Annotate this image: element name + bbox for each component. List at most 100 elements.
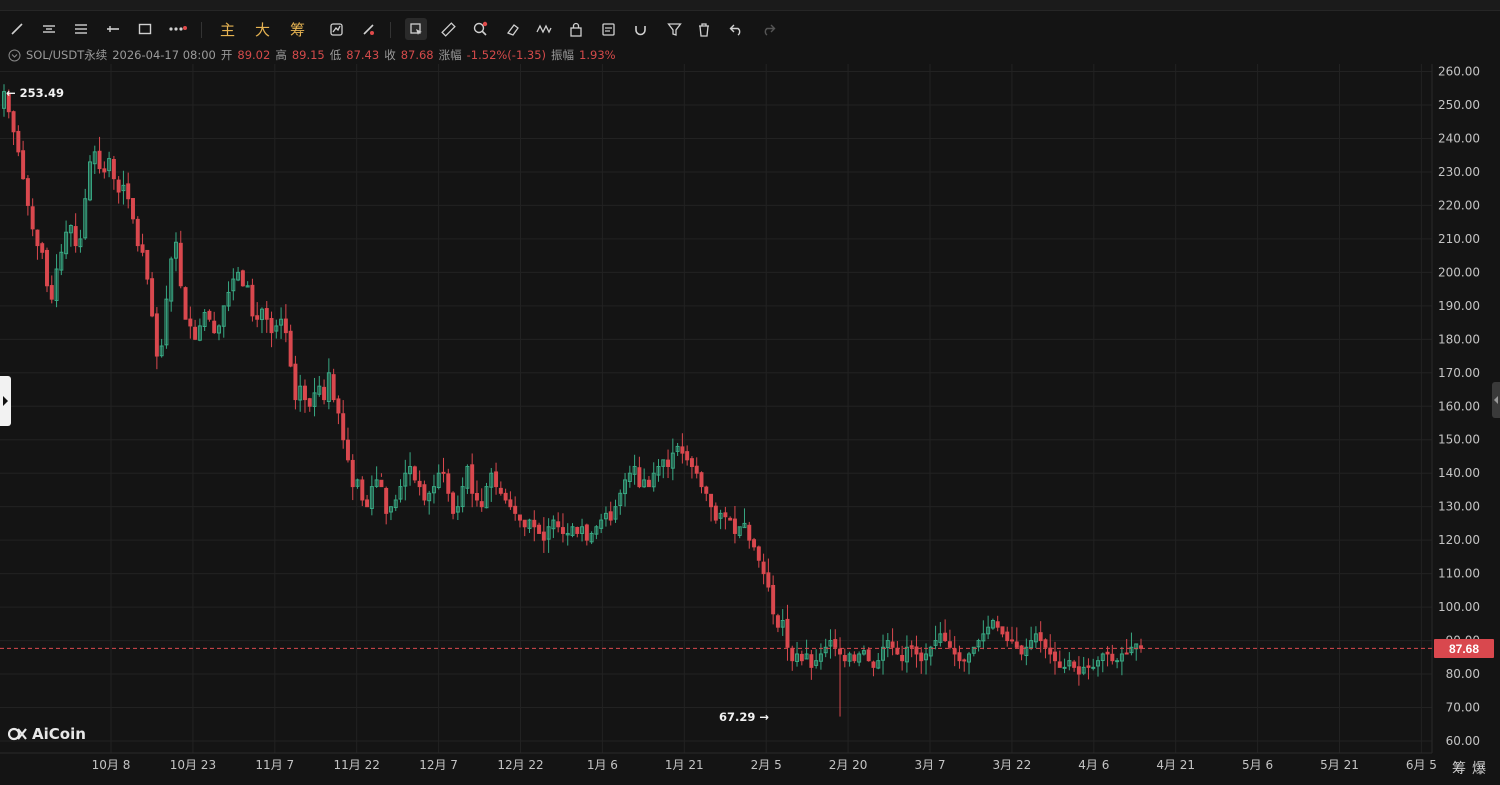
candle-body: [575, 526, 580, 534]
candle-body: [322, 386, 327, 401]
candle-body: [345, 439, 350, 461]
y-tick-label: 200.00: [1438, 265, 1480, 279]
candlestick-chart[interactable]: 260.00 250.00 240.00 230.00 220.00 210.00 200.…: [0, 0, 1500, 785]
candle-body: [962, 659, 967, 662]
candle-body: [21, 150, 26, 180]
x-tick-label: 5月 21: [1320, 758, 1359, 772]
candle-body: [250, 284, 255, 317]
candle-body: [269, 318, 274, 334]
candle-body: [1000, 626, 1005, 635]
candle-body: [766, 572, 771, 588]
candle-body: [212, 320, 217, 334]
candle-body: [73, 226, 78, 247]
low-marker-value: 67.29: [719, 710, 756, 724]
candle-body: [947, 641, 952, 648]
candle-body: [45, 249, 49, 287]
y-tick-label: 230.00: [1438, 165, 1480, 179]
y-tick-label: 220.00: [1438, 198, 1480, 212]
y-tick-label: 70.00: [1446, 701, 1480, 715]
candle-body: [341, 413, 346, 441]
candle-body: [842, 655, 847, 662]
x-tick-label: 1月 21: [665, 758, 704, 772]
y-tick-label: 210.00: [1438, 232, 1480, 246]
candle-body: [761, 561, 766, 575]
y-tick-label: 60.00: [1446, 734, 1480, 748]
candle-body: [637, 467, 642, 488]
candle-body: [16, 130, 21, 153]
x-tick-label: 5月 6: [1242, 758, 1273, 772]
candle-body: [1086, 665, 1091, 668]
candle-body: [264, 308, 269, 320]
candle-body: [513, 505, 518, 514]
low-marker: 67.29 →: [719, 710, 770, 724]
candle-body: [336, 398, 341, 414]
y-tick-label: 180.00: [1438, 332, 1480, 346]
candle-body: [97, 150, 102, 170]
x-tick-label: 1月 6: [587, 758, 618, 772]
candle-body: [541, 531, 546, 541]
candle-body: [11, 111, 16, 133]
candle-body: [494, 471, 499, 488]
candle-body: [608, 511, 613, 521]
candle-body: [1124, 652, 1129, 655]
x-tick-label: 11月 7: [255, 758, 294, 772]
right-panel-toggle[interactable]: [1492, 382, 1500, 418]
candle-body: [183, 287, 188, 320]
x-tick-label: 12月 22: [497, 758, 543, 772]
candle-body: [35, 229, 40, 247]
candle-body: [1062, 666, 1067, 669]
candle-body: [646, 479, 651, 488]
candle-body: [503, 492, 508, 501]
y-tick-label: 250.00: [1438, 98, 1480, 112]
candle-body: [451, 492, 456, 514]
last-price-tag: 87.68: [1434, 639, 1494, 658]
x-tick-label: 11月 22: [334, 758, 380, 772]
candle-body: [126, 183, 131, 200]
candle-body: [240, 270, 245, 287]
y-tick-label: 150.00: [1438, 433, 1480, 447]
candle-body: [111, 159, 116, 180]
left-panel-toggle[interactable]: [0, 376, 11, 426]
candle-body: [709, 493, 714, 508]
candle-body: [556, 521, 561, 528]
candle-body: [1057, 661, 1062, 668]
y-tick-label: 240.00: [1438, 131, 1480, 145]
candle-body: [952, 648, 957, 655]
candle-body: [1005, 631, 1010, 642]
candle-body: [833, 639, 838, 648]
candle-body: [522, 519, 527, 528]
candle-body: [1019, 645, 1024, 655]
chip-burst-shortcut[interactable]: 筹爆: [1452, 758, 1492, 778]
candle-body: [150, 278, 155, 317]
candle-body: [365, 499, 370, 508]
candle-body: [909, 645, 914, 648]
x-tick-label: 2月 5: [751, 758, 782, 772]
candle-body: [140, 244, 145, 253]
candle-body: [1091, 666, 1096, 669]
candle-body: [689, 458, 694, 468]
y-tick-label: 100.00: [1438, 600, 1480, 614]
candle-body: [307, 398, 312, 407]
y-tick-label: 170.00: [1438, 366, 1480, 380]
candle-body: [1105, 651, 1110, 655]
candle-body: [178, 242, 183, 287]
candle-body: [685, 451, 690, 461]
candle-body: [360, 479, 365, 501]
x-tick-label: 4月 6: [1078, 758, 1109, 772]
x-tick-label: 6月 5: [1406, 758, 1437, 772]
candle-body: [838, 648, 843, 655]
candle-body: [785, 618, 790, 648]
candle-body: [193, 326, 198, 340]
candle-body: [384, 487, 389, 514]
candle-body: [470, 464, 475, 494]
x-tick-label: 12月 7: [419, 758, 458, 772]
candle-body: [871, 661, 876, 668]
candle-body: [728, 517, 733, 521]
candle-body: [809, 654, 814, 668]
candle-body: [537, 524, 542, 534]
x-tick-label: 2月 20: [829, 758, 868, 772]
candle-body: [116, 179, 121, 193]
candle-body: [207, 310, 212, 320]
candle-body: [866, 649, 871, 662]
candle-body: [1010, 639, 1014, 642]
